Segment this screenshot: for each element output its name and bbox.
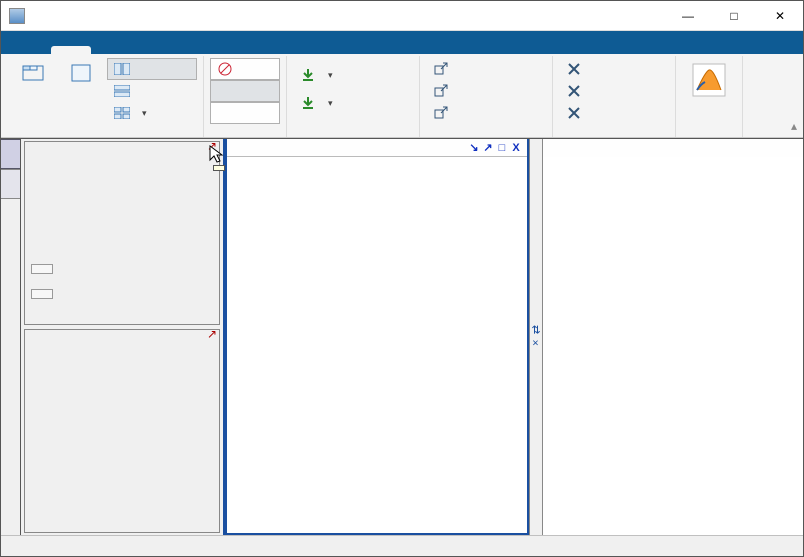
undock-selected-button[interactable] bbox=[426, 58, 546, 80]
tile-header-3d-peaks: ↘ ↗ □ X bbox=[227, 139, 527, 157]
tile-2d-imagesc bbox=[543, 139, 803, 534]
tab-view[interactable] bbox=[51, 46, 91, 54]
undock-latest-button[interactable] bbox=[426, 80, 546, 102]
ribbon-group-autoexpand bbox=[204, 56, 287, 137]
close-side-panel-button[interactable] bbox=[31, 264, 53, 274]
close-all-button[interactable] bbox=[559, 102, 669, 124]
status-bar bbox=[1, 535, 803, 556]
matlab-logo-icon bbox=[691, 62, 727, 98]
layout-leftright-button[interactable] bbox=[107, 58, 197, 80]
delete-side-panel-button[interactable] bbox=[31, 289, 53, 299]
ribbon-expand-icon[interactable]: ▴ bbox=[791, 119, 797, 133]
tile-close-icon[interactable]: X bbox=[509, 142, 523, 154]
maximize-button[interactable]: □ bbox=[711, 1, 757, 31]
close-latest-button[interactable] bbox=[559, 80, 669, 102]
side-tabstrip bbox=[1, 139, 21, 534]
groupbox-other-settings: ↗ bbox=[24, 141, 220, 325]
close-window-button[interactable]: ✕ bbox=[757, 1, 803, 31]
app-icon bbox=[9, 8, 25, 24]
groupbox-something-else: ↗ bbox=[24, 329, 220, 532]
dock-down-icon bbox=[300, 67, 316, 83]
close-x-icon bbox=[566, 61, 582, 77]
layout-tilesgrid-button[interactable] bbox=[107, 102, 197, 124]
autoexpand-right-button[interactable] bbox=[210, 80, 280, 102]
close-x-icon bbox=[566, 105, 582, 121]
ribbon-group-close bbox=[553, 56, 676, 137]
imagesc-plot bbox=[543, 157, 803, 534]
ribbon-group-undock bbox=[420, 56, 553, 137]
single-icon bbox=[70, 62, 92, 84]
side-tab-different-settings[interactable] bbox=[1, 169, 20, 199]
panel-undock-icon[interactable]: ↗ bbox=[207, 327, 217, 341]
autoexpand-bottom-button[interactable] bbox=[210, 102, 280, 124]
grid-icon bbox=[114, 105, 130, 121]
topbottom-icon bbox=[114, 83, 130, 99]
dock-in-empty-button[interactable] bbox=[293, 92, 413, 114]
ribbon-group-dock bbox=[287, 56, 420, 137]
layout-topbottom-button[interactable] bbox=[107, 80, 197, 102]
peaks-3d-plot bbox=[227, 157, 527, 532]
close-x-icon bbox=[566, 83, 582, 99]
dock-down-icon bbox=[300, 95, 316, 111]
tile-max-icon[interactable]: □ bbox=[495, 142, 509, 154]
tile-undock-icon[interactable]: ↗ bbox=[481, 141, 495, 154]
ribbon-group-maximize bbox=[676, 56, 743, 137]
side-tab-my-settings[interactable] bbox=[1, 139, 20, 169]
splitter-handle-icon: ⇄ × bbox=[530, 325, 543, 349]
ribbon-tabstrip bbox=[1, 31, 803, 54]
tile-header-2d-imagesc bbox=[543, 139, 803, 157]
undock-icon bbox=[433, 61, 449, 77]
dock-in-selected-button[interactable] bbox=[293, 64, 413, 86]
ribbon-group-layout bbox=[5, 56, 204, 137]
panel-close-icon[interactable]: ↗ bbox=[207, 139, 217, 153]
window-titlebar: — □ ✕ bbox=[1, 1, 803, 31]
layout-tabs-button[interactable] bbox=[11, 58, 55, 92]
tabs-icon bbox=[22, 62, 44, 84]
ribbon: ▴ bbox=[1, 54, 803, 138]
undock-icon bbox=[433, 105, 449, 121]
tile-splitter[interactable]: ⇄ × bbox=[529, 139, 543, 534]
leftright-icon bbox=[114, 61, 130, 77]
tile-3d-peaks: ↘ ↗ □ X bbox=[225, 139, 529, 534]
tile-dock-in-icon[interactable]: ↘ bbox=[467, 141, 481, 154]
layout-single-button[interactable] bbox=[59, 58, 103, 92]
main-area: ↗ ↗ ↘ ↗ □ X ⇄ × bbox=[1, 138, 803, 534]
autoexpand-never-button[interactable] bbox=[210, 58, 280, 80]
undock-all-button[interactable] bbox=[426, 102, 546, 124]
maximize-tile-button[interactable] bbox=[682, 58, 736, 106]
axes-example-plot bbox=[28, 333, 224, 493]
tooltip bbox=[213, 165, 225, 171]
close-selected-button[interactable] bbox=[559, 58, 669, 80]
settings-side-panel: ↗ ↗ bbox=[21, 139, 225, 534]
minimize-button[interactable]: — bbox=[665, 1, 711, 31]
undock-icon bbox=[433, 83, 449, 99]
never-icon bbox=[217, 61, 233, 77]
tab-data[interactable] bbox=[11, 46, 51, 54]
